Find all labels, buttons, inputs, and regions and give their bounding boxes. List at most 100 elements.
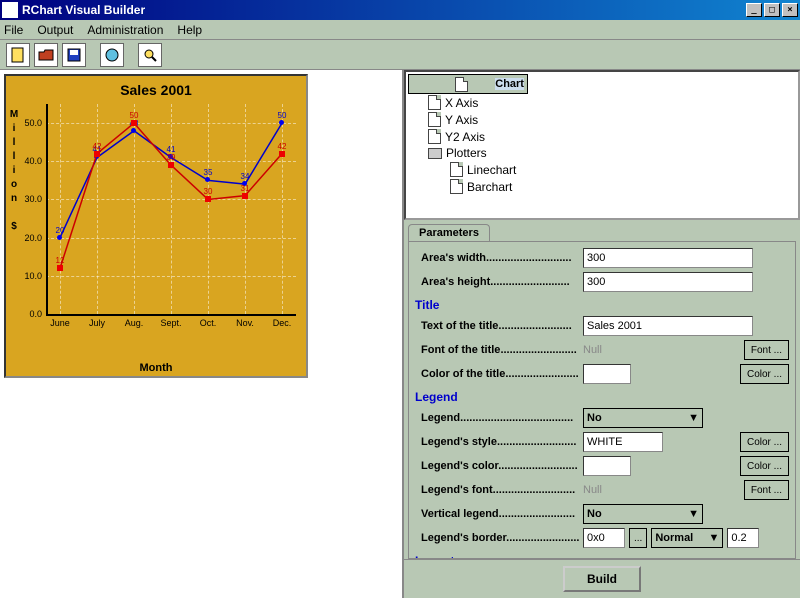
swatch-legend-color[interactable]: [583, 456, 631, 476]
menu-help[interactable]: Help: [177, 23, 202, 37]
document-icon: [455, 77, 468, 92]
tab-parameters[interactable]: Parameters: [408, 224, 490, 241]
ytick: 30.0: [24, 194, 42, 204]
tree-item-label: Y Axis: [445, 113, 478, 127]
label-legend: Legend..................................…: [415, 412, 583, 424]
ytick: 10.0: [24, 271, 42, 281]
chart-ylabel: Million $: [8, 108, 20, 234]
label-legend-color: Legend's color..........................: [415, 460, 583, 472]
button-title-font[interactable]: Font ...: [744, 340, 789, 360]
data-label: 35: [204, 168, 213, 177]
button-title-color[interactable]: Color ...: [740, 364, 789, 384]
tree-item-label: Linechart: [467, 163, 516, 177]
datapoint: [57, 265, 63, 271]
object-tree[interactable]: Chart X Axis Y Axis Y2 Axis Plotters Linechar…: [404, 70, 800, 220]
tree-item-label: Barchart: [467, 180, 512, 194]
datapoint: [205, 196, 211, 202]
input-area-width[interactable]: [583, 248, 753, 268]
document-icon: [428, 129, 441, 144]
right-pane: Chart X Axis Y Axis Y2 Axis Plotters Linechar…: [404, 70, 800, 598]
menu-file[interactable]: File: [4, 23, 23, 37]
ytick: 20.0: [24, 233, 42, 243]
build-button[interactable]: Build: [563, 566, 641, 592]
input-border-val[interactable]: [583, 528, 625, 548]
legend-font-null: Null: [583, 484, 633, 496]
datapoint: [94, 151, 100, 157]
data-label: 42: [278, 142, 287, 151]
title-font-null: Null: [583, 344, 633, 356]
input-title-text[interactable]: [583, 316, 753, 336]
new-button[interactable]: [6, 43, 30, 67]
save-button[interactable]: [62, 43, 86, 67]
button-border-picker[interactable]: ...: [629, 528, 647, 548]
folder-icon: [428, 148, 442, 159]
datapoint: [57, 235, 62, 240]
select-border-style[interactable]: Normal▼: [651, 528, 723, 548]
select-legend[interactable]: No▼: [583, 408, 703, 428]
close-button[interactable]: ×: [782, 3, 798, 17]
tree-item-y2-axis[interactable]: Y2 Axis: [408, 128, 796, 145]
menu-administration[interactable]: Administration: [87, 23, 163, 37]
parameters-panel[interactable]: Area's width............................…: [408, 241, 796, 559]
label-vertical-legend: Vertical legend.........................: [415, 508, 583, 520]
datapoint: [131, 120, 137, 126]
chart-preview: Sales 2001 Million $ 0.010.020.030.040.0…: [4, 74, 308, 378]
datapoint: [168, 162, 174, 168]
window-title: RChart Visual Builder: [22, 3, 744, 17]
document-icon: [450, 179, 463, 194]
chevron-down-icon: ▼: [708, 532, 719, 544]
tree-item-label: Y2 Axis: [445, 130, 485, 144]
minimize-button[interactable]: _: [746, 3, 762, 17]
tree-item-barchart[interactable]: Barchart: [408, 178, 796, 195]
input-area-height[interactable]: [583, 272, 753, 292]
data-label: 50: [130, 111, 139, 120]
button-legend-color[interactable]: Color ...: [740, 456, 789, 476]
datapoint: [131, 128, 136, 133]
tree-item-plotters[interactable]: Plotters: [408, 145, 796, 161]
tree-item-label: Plotters: [446, 146, 487, 160]
data-label: 50: [278, 111, 287, 120]
data-label: 12: [56, 256, 65, 265]
tree-item-chart[interactable]: Chart: [408, 74, 528, 94]
maximize-button[interactable]: □: [764, 3, 780, 17]
ytick: 50.0: [24, 118, 42, 128]
button-legend-font[interactable]: Font ...: [744, 480, 789, 500]
tree-item-y-axis[interactable]: Y Axis: [408, 111, 796, 128]
toolbar: [0, 40, 800, 70]
xtick: Dec.: [273, 318, 292, 328]
swatch-title-color[interactable]: [583, 364, 631, 384]
ytick: 0.0: [29, 309, 42, 319]
label-legend-style: Legend's style..........................: [415, 436, 583, 448]
document-icon: [428, 95, 441, 110]
label-title-color: Color of the title......................…: [415, 368, 583, 380]
preview-button[interactable]: [138, 43, 162, 67]
input-legend-style[interactable]: [583, 432, 663, 452]
xtick: June: [50, 318, 70, 328]
label-area-width: Area's width............................: [415, 252, 583, 264]
tree-item-linechart[interactable]: Linechart: [408, 161, 796, 178]
datapoint: [242, 193, 248, 199]
input-border-width[interactable]: [727, 528, 759, 548]
section-legend: Legend: [415, 390, 789, 404]
select-vertical-legend[interactable]: No▼: [583, 504, 703, 524]
preview-pane: Sales 2001 Million $ 0.010.020.030.040.0…: [0, 70, 404, 598]
chart-title: Sales 2001: [6, 82, 306, 98]
open-button[interactable]: [34, 43, 58, 67]
label-legend-font: Legend's font...........................: [415, 484, 583, 496]
chart-xlabel: Month: [6, 362, 306, 374]
tree-item-label: X Axis: [445, 96, 478, 110]
label-title-font: Font of the title.......................…: [415, 344, 583, 356]
document-icon: [428, 112, 441, 127]
label-legend-border: Legend's border........................: [415, 532, 583, 544]
menubar: File Output Administration Help: [0, 20, 800, 40]
data-label: 39: [167, 153, 176, 162]
browser-button[interactable]: [100, 43, 124, 67]
label-title-text: Text of the title.......................…: [415, 320, 583, 332]
menu-output[interactable]: Output: [37, 23, 73, 37]
document-icon: [450, 162, 463, 177]
tree-item-x-axis[interactable]: X Axis: [408, 94, 796, 111]
xtick: July: [89, 318, 105, 328]
xtick: Aug.: [125, 318, 144, 328]
xtick: Nov.: [236, 318, 254, 328]
button-legend-style-color[interactable]: Color ...: [740, 432, 789, 452]
